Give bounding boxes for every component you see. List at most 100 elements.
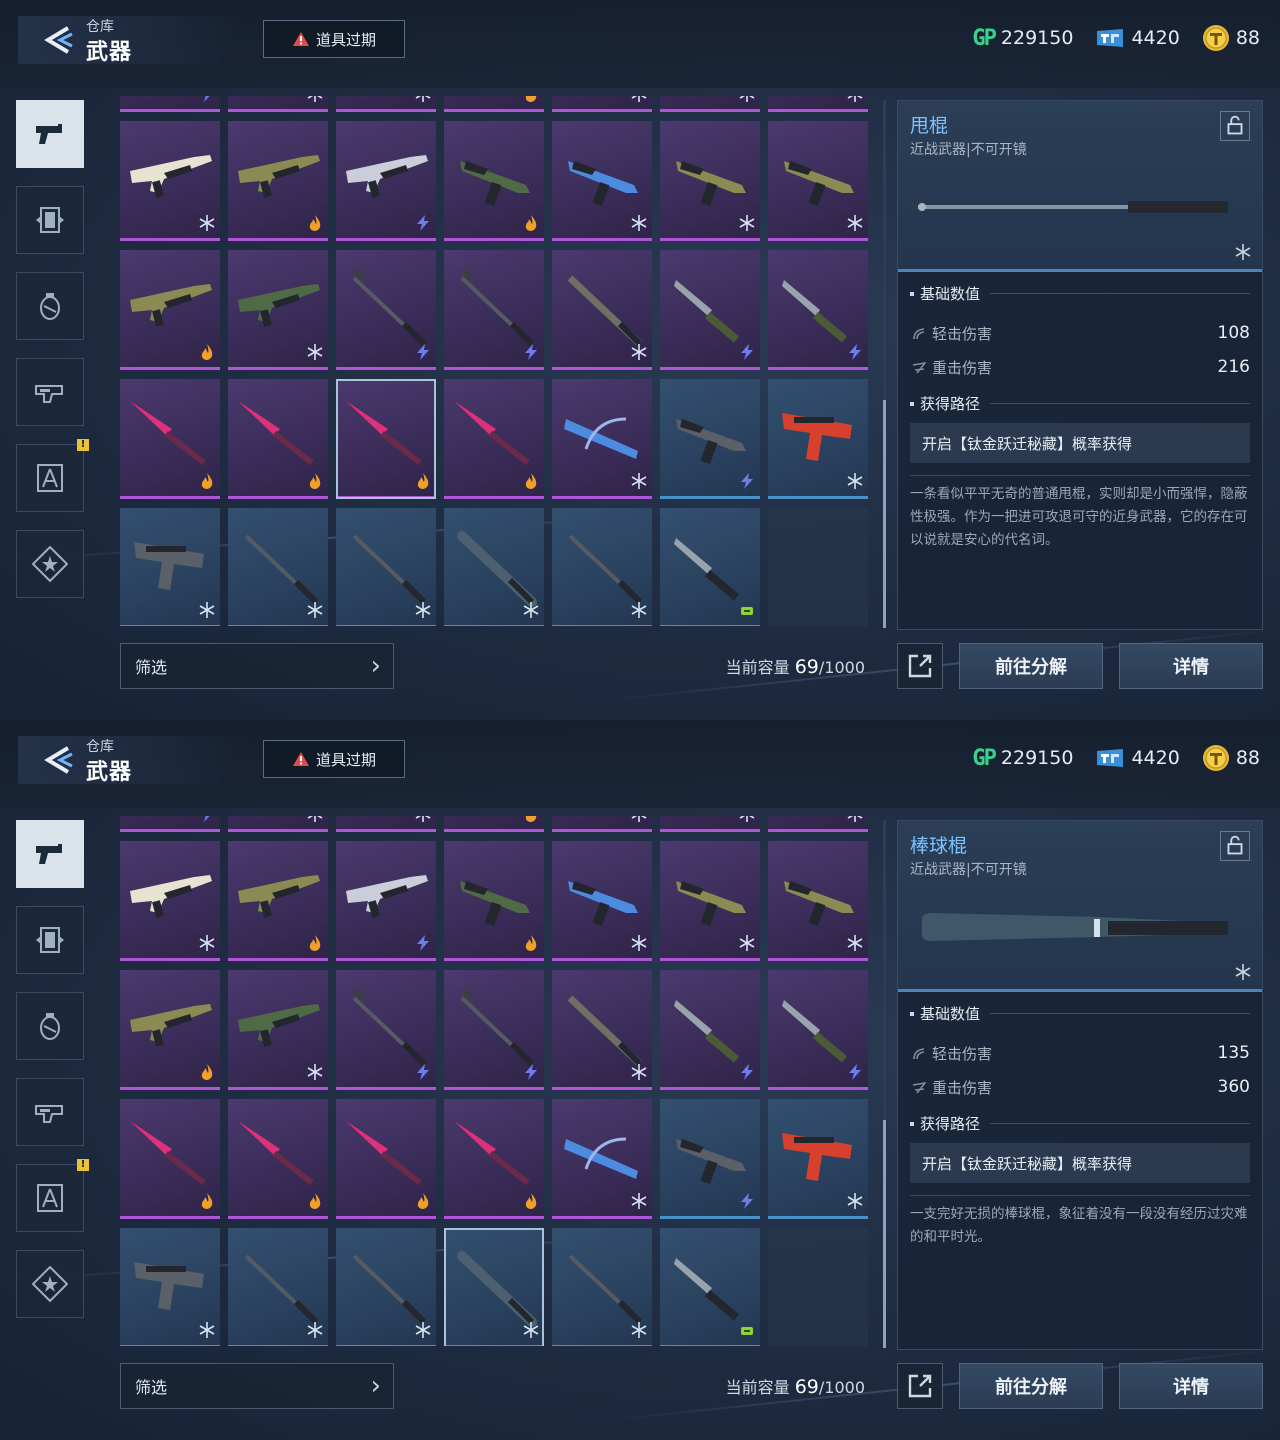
weapon-slot[interactable] <box>768 379 868 499</box>
sidebar-weapon-part[interactable] <box>16 1078 84 1146</box>
weapon-slot[interactable] <box>228 96 328 112</box>
weapon-slot[interactable] <box>336 250 436 370</box>
sidebar-weapon-part[interactable] <box>16 358 84 426</box>
weapon-slot[interactable] <box>228 841 328 961</box>
weapon-slot[interactable] <box>552 970 652 1090</box>
coin-currency[interactable]: 88 <box>1202 24 1260 52</box>
weapon-slot[interactable] <box>120 970 220 1090</box>
weapon-slot[interactable] <box>228 508 328 626</box>
dismantle-button[interactable]: 前往分解 <box>959 1363 1103 1409</box>
weapon-slot[interactable] <box>444 379 544 499</box>
weapon-slot[interactable] <box>444 970 544 1090</box>
weapon-slot[interactable] <box>444 508 544 626</box>
weapon-slot[interactable] <box>336 379 436 499</box>
details-button[interactable]: 详情 <box>1119 643 1263 689</box>
weapon-slot[interactable] <box>228 1228 328 1346</box>
filter-dropdown[interactable]: 筛选 › <box>120 643 394 689</box>
weapon-slot[interactable] <box>120 121 220 241</box>
weapon-slot[interactable] <box>660 970 760 1090</box>
scroll-thumb[interactable] <box>883 1120 886 1348</box>
weapon-slot[interactable] <box>660 250 760 370</box>
ticket-currency[interactable]: 4420 <box>1095 747 1180 769</box>
grid-scrollbar[interactable] <box>883 100 886 628</box>
item-expired-button[interactable]: 道具过期 <box>263 20 405 58</box>
weapon-slot[interactable] <box>552 96 652 112</box>
weapon-slot[interactable] <box>660 841 760 961</box>
weapon-slot[interactable] <box>120 1228 220 1346</box>
weapon-slot[interactable] <box>228 250 328 370</box>
weapon-slot[interactable] <box>552 1099 652 1219</box>
weapon-slot[interactable] <box>120 250 220 370</box>
weapon-slot[interactable] <box>660 96 760 112</box>
gp-currency[interactable]: GP 229150 <box>972 746 1073 771</box>
weapon-slot[interactable] <box>444 1099 544 1219</box>
scroll-thumb[interactable] <box>883 400 886 628</box>
weapon-slot[interactable] <box>228 816 328 832</box>
weapon-slot[interactable] <box>552 121 652 241</box>
dismantle-button[interactable]: 前往分解 <box>959 643 1103 689</box>
sidebar-star-badge[interactable] <box>16 530 84 598</box>
weapon-slot[interactable] <box>768 841 868 961</box>
weapon-slot[interactable] <box>336 508 436 626</box>
sidebar-star-badge[interactable] <box>16 1250 84 1318</box>
share-button[interactable] <box>897 1363 943 1409</box>
weapon-slot[interactable] <box>120 379 220 499</box>
back-button[interactable]: 仓库 武器 <box>18 16 238 64</box>
sidebar-blueprint-compass[interactable]: ! <box>16 439 89 512</box>
weapon-slot[interactable] <box>552 816 652 832</box>
weapon-slot[interactable] <box>660 1228 760 1346</box>
details-button[interactable]: 详情 <box>1119 1363 1263 1409</box>
sidebar-blueprint-compass[interactable]: ! <box>16 1159 89 1232</box>
filter-dropdown[interactable]: 筛选 › <box>120 1363 394 1409</box>
weapon-slot[interactable] <box>336 1228 436 1346</box>
item-expired-button[interactable]: 道具过期 <box>263 740 405 778</box>
sidebar-grenade[interactable] <box>16 992 84 1060</box>
weapon-slot[interactable] <box>336 1099 436 1219</box>
weapon-slot[interactable] <box>120 816 220 832</box>
weapon-slot[interactable] <box>228 121 328 241</box>
weapon-slot[interactable] <box>336 96 436 112</box>
weapon-slot[interactable] <box>768 1099 868 1219</box>
lock-toggle-icon[interactable] <box>1220 831 1250 861</box>
weapon-slot[interactable] <box>768 970 868 1090</box>
weapon-slot[interactable] <box>444 1228 544 1346</box>
weapon-slot[interactable] <box>552 379 652 499</box>
weapon-slot[interactable] <box>228 1099 328 1219</box>
sidebar-grenade[interactable] <box>16 272 84 340</box>
weapon-slot[interactable] <box>660 508 760 626</box>
weapon-slot[interactable] <box>768 250 868 370</box>
weapon-slot[interactable] <box>768 816 868 832</box>
weapon-slot[interactable] <box>660 816 760 832</box>
gp-currency[interactable]: GP 229150 <box>972 26 1073 51</box>
sidebar-skin-frame[interactable] <box>16 906 84 974</box>
lock-toggle-icon[interactable] <box>1220 111 1250 141</box>
weapon-slot[interactable] <box>552 1228 652 1346</box>
weapon-slot[interactable] <box>768 96 868 112</box>
weapon-slot[interactable] <box>336 970 436 1090</box>
weapon-slot[interactable] <box>120 841 220 961</box>
weapon-slot[interactable] <box>120 508 220 626</box>
weapon-slot[interactable] <box>444 816 544 832</box>
sidebar-skin-frame[interactable] <box>16 186 84 254</box>
share-button[interactable] <box>897 643 943 689</box>
weapon-slot[interactable] <box>768 121 868 241</box>
weapon-slot[interactable] <box>336 121 436 241</box>
sidebar-pistol[interactable] <box>16 100 84 168</box>
weapon-slot[interactable] <box>444 250 544 370</box>
grid-scrollbar[interactable] <box>883 820 886 1348</box>
weapon-slot[interactable] <box>552 508 652 626</box>
weapon-slot[interactable] <box>552 841 652 961</box>
weapon-slot[interactable] <box>444 841 544 961</box>
weapon-slot[interactable] <box>552 250 652 370</box>
back-button[interactable]: 仓库 武器 <box>18 736 238 784</box>
weapon-slot[interactable] <box>120 1099 220 1219</box>
weapon-slot[interactable] <box>336 816 436 832</box>
weapon-slot[interactable] <box>228 379 328 499</box>
weapon-slot[interactable] <box>660 1099 760 1219</box>
sidebar-pistol[interactable] <box>16 820 84 888</box>
coin-currency[interactable]: 88 <box>1202 744 1260 772</box>
weapon-slot[interactable] <box>444 121 544 241</box>
weapon-slot[interactable] <box>660 121 760 241</box>
ticket-currency[interactable]: 4420 <box>1095 27 1180 49</box>
weapon-slot[interactable] <box>228 970 328 1090</box>
